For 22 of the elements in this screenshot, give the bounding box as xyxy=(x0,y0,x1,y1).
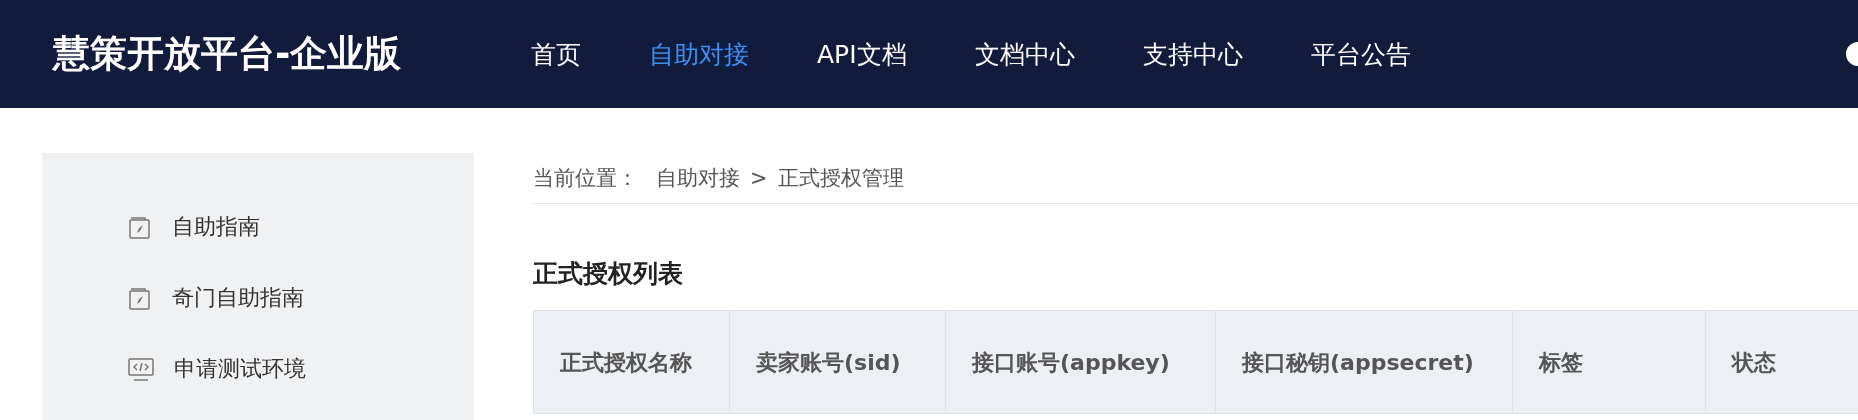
nav-link[interactable]: API文档 xyxy=(817,37,907,71)
nav-link[interactable]: 文档中心 xyxy=(974,37,1075,71)
column-header: 状态 xyxy=(1706,311,1858,413)
nav-link[interactable]: 支持中心 xyxy=(1142,37,1243,71)
code-monitor-icon xyxy=(128,355,154,382)
sidebar-item[interactable]: 奇门自助指南 xyxy=(172,282,304,313)
sidebar-item[interactable]: 申请测试环境 xyxy=(174,353,306,384)
column-header: 标签 xyxy=(1513,311,1706,413)
breadcrumb-link[interactable]: 正式授权管理 xyxy=(777,164,904,192)
logo-text: 慧策开放平台-企业版 xyxy=(53,31,403,77)
column-header: 正式授权名称 xyxy=(534,311,730,413)
column-header: 卖家账号(sid) xyxy=(730,311,946,413)
nav-link[interactable]: 平台公告 xyxy=(1310,37,1411,71)
column-header: 接口账号(appkey) xyxy=(946,311,1216,413)
breadcrumb-label: 当前位置： xyxy=(533,165,638,192)
section-title: 正式授权列表 xyxy=(533,258,684,290)
sidebar-item[interactable]: 自助指南 xyxy=(172,211,260,242)
breadcrumb-separator: > xyxy=(750,166,768,190)
column-header: 接口秘钥(appsecret) xyxy=(1216,311,1513,413)
breadcrumb-link[interactable]: 自助对接 xyxy=(656,164,740,192)
nav-link[interactable]: 首页 xyxy=(531,37,581,71)
nav-link[interactable]: 自助对接 xyxy=(649,37,749,71)
